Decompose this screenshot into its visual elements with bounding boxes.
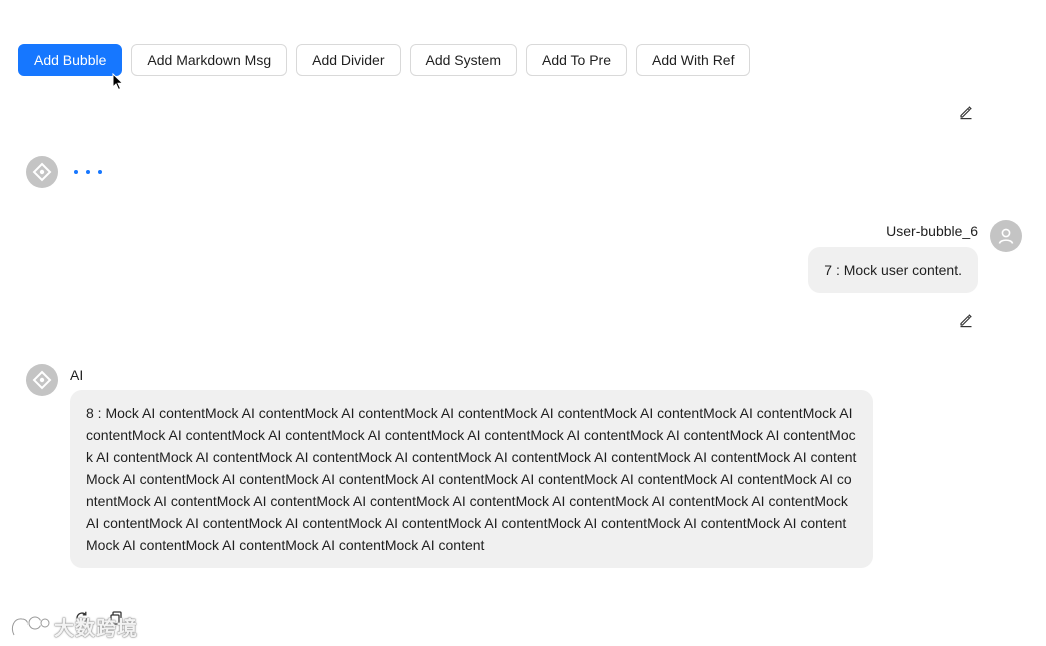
user-icon [998,228,1014,244]
loading-dot [74,170,78,174]
loading-dot [86,170,90,174]
user-avatar [990,220,1022,252]
toolbar: Add Bubble Add Markdown Msg Add Divider … [18,44,751,76]
edit-icon[interactable] [958,312,974,328]
ai-message-bubble: 8 : Mock AI contentMock AI contentMock A… [70,390,873,568]
ai-avatar [26,364,58,396]
loading-indicator [74,170,102,174]
loading-dot [98,170,102,174]
add-system-button[interactable]: Add System [409,44,517,76]
chat-demo-page: Add Bubble Add Markdown Msg Add Divider … [0,0,1046,646]
ai-logo-icon [32,162,52,182]
watermark-logo-icon [10,615,50,636]
user-name: User-bubble_6 [886,223,978,239]
add-to-pre-button[interactable]: Add To Pre [525,44,627,76]
ai-avatar [26,156,58,188]
add-with-ref-button[interactable]: Add With Ref [636,44,751,76]
add-bubble-button[interactable]: Add Bubble [18,44,123,76]
add-divider-button[interactable]: Add Divider [296,44,401,76]
edit-icon[interactable] [958,104,974,120]
mouse-cursor-icon [112,73,124,91]
watermark-text: 大数跨境 [54,618,138,640]
user-message-bubble: 7 : Mock user content. [808,247,978,293]
ai-name: AI [70,367,84,383]
watermark: 大数跨境 [8,612,138,641]
ai-logo-icon [32,370,52,390]
add-markdown-msg-button[interactable]: Add Markdown Msg [131,44,288,76]
